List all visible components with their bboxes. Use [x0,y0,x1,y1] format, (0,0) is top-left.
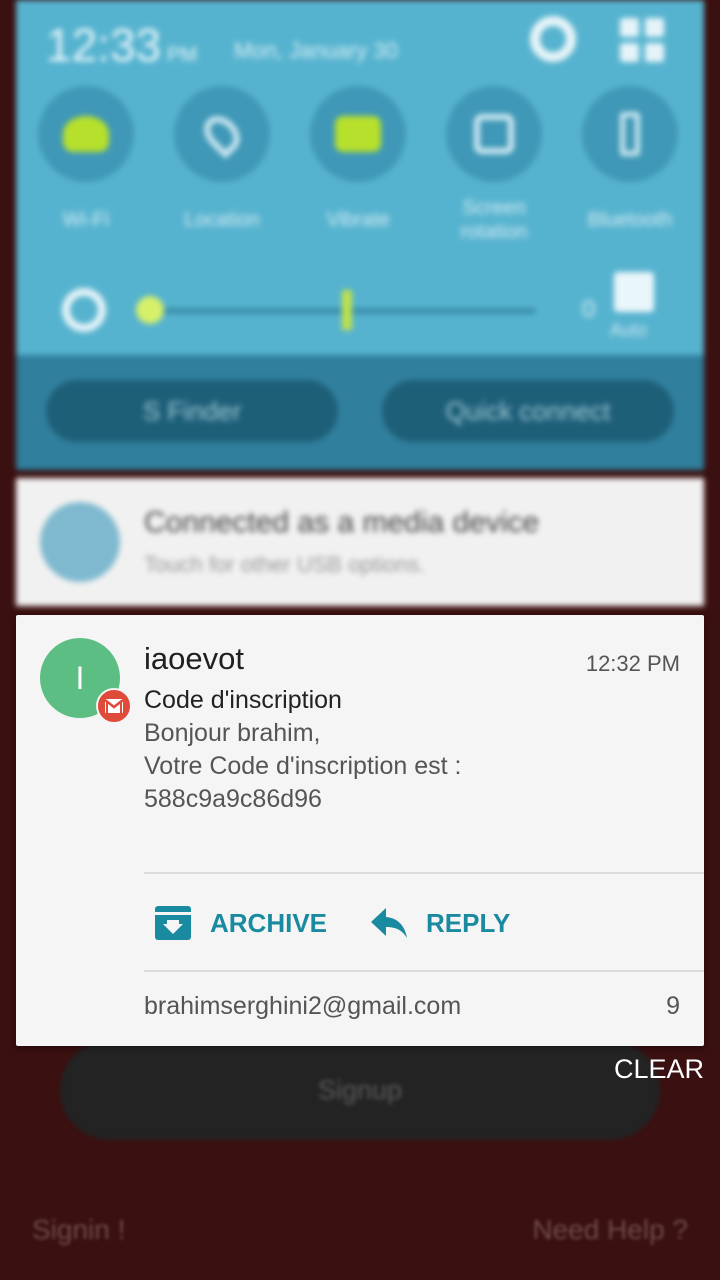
grid-icon[interactable] [620,18,664,62]
gear-icon[interactable] [530,16,576,62]
unread-count: 9 [666,992,680,1020]
signup-button: Signup [60,1040,660,1140]
auto-brightness-checkbox[interactable] [614,272,654,312]
s-finder-button[interactable]: S Finder [46,380,338,442]
auto-brightness-label: Auto [610,320,648,340]
gmail-notification[interactable]: I iaoevot 12:32 PM Code d'inscription Bo… [16,615,704,1046]
screen-rotation-icon[interactable] [446,86,542,182]
email-body-line: Bonjour brahim, [144,719,321,747]
divider [144,872,704,874]
signin-link: Signin ! [32,1214,126,1245]
notification-time: 12:32 PM [585,651,680,676]
quick-connect-button[interactable]: Quick connect [382,380,674,442]
brightness-slider-mark [342,290,352,330]
reply-icon [371,908,407,938]
notification-sender: iaoevot [144,641,244,676]
gmail-icon [96,688,132,724]
account-email: brahimserghini2@gmail.com [144,992,462,1020]
brightness-slider-handle[interactable] [136,296,164,324]
divider [144,970,704,972]
reply-label: REPLY [426,907,511,938]
brightness-value: 0 [582,296,596,323]
clear-button[interactable]: CLEAR [614,1054,704,1085]
usb-notification[interactable]: Connected as a media device Touch for ot… [16,478,704,606]
reply-button[interactable]: REPLY [370,887,510,959]
email-body-line: 588c9a9c86d96 [144,785,322,813]
qs-label-screen-rotation: Screen rotation [460,197,528,243]
usb-notification-subtitle: Touch for other USB options. [144,552,426,577]
vibrate-icon[interactable] [310,86,406,182]
need-help-link: Need Help ? [532,1214,688,1245]
qs-label-vibrate: Vibrate [326,209,390,231]
status-clock: 12:33 PM [46,19,198,71]
location-icon[interactable] [174,86,270,182]
email-body-line: Votre Code d'inscription est : [144,752,462,780]
usb-notification-title: Connected as a media device [144,506,540,539]
bluetooth-icon[interactable] [582,86,678,182]
archive-label: ARCHIVE [210,907,328,938]
archive-button[interactable]: ARCHIVE [154,887,327,959]
usb-icon [40,502,120,582]
qs-label-wifi: Wi-Fi [62,209,110,231]
quick-settings-panel: 12:33 PM Mon, January 30 Wi-Fi Location V… [16,0,704,470]
wifi-icon[interactable] [38,86,134,182]
email-subject: Code d'inscription [144,686,342,714]
status-date: Mon, January 30 [234,38,398,63]
qs-label-bluetooth: Bluetooth [587,209,673,231]
archive-icon [155,906,191,940]
brightness-icon [62,288,106,332]
qs-label-location: Location [184,209,260,231]
brightness-slider[interactable] [146,308,536,314]
